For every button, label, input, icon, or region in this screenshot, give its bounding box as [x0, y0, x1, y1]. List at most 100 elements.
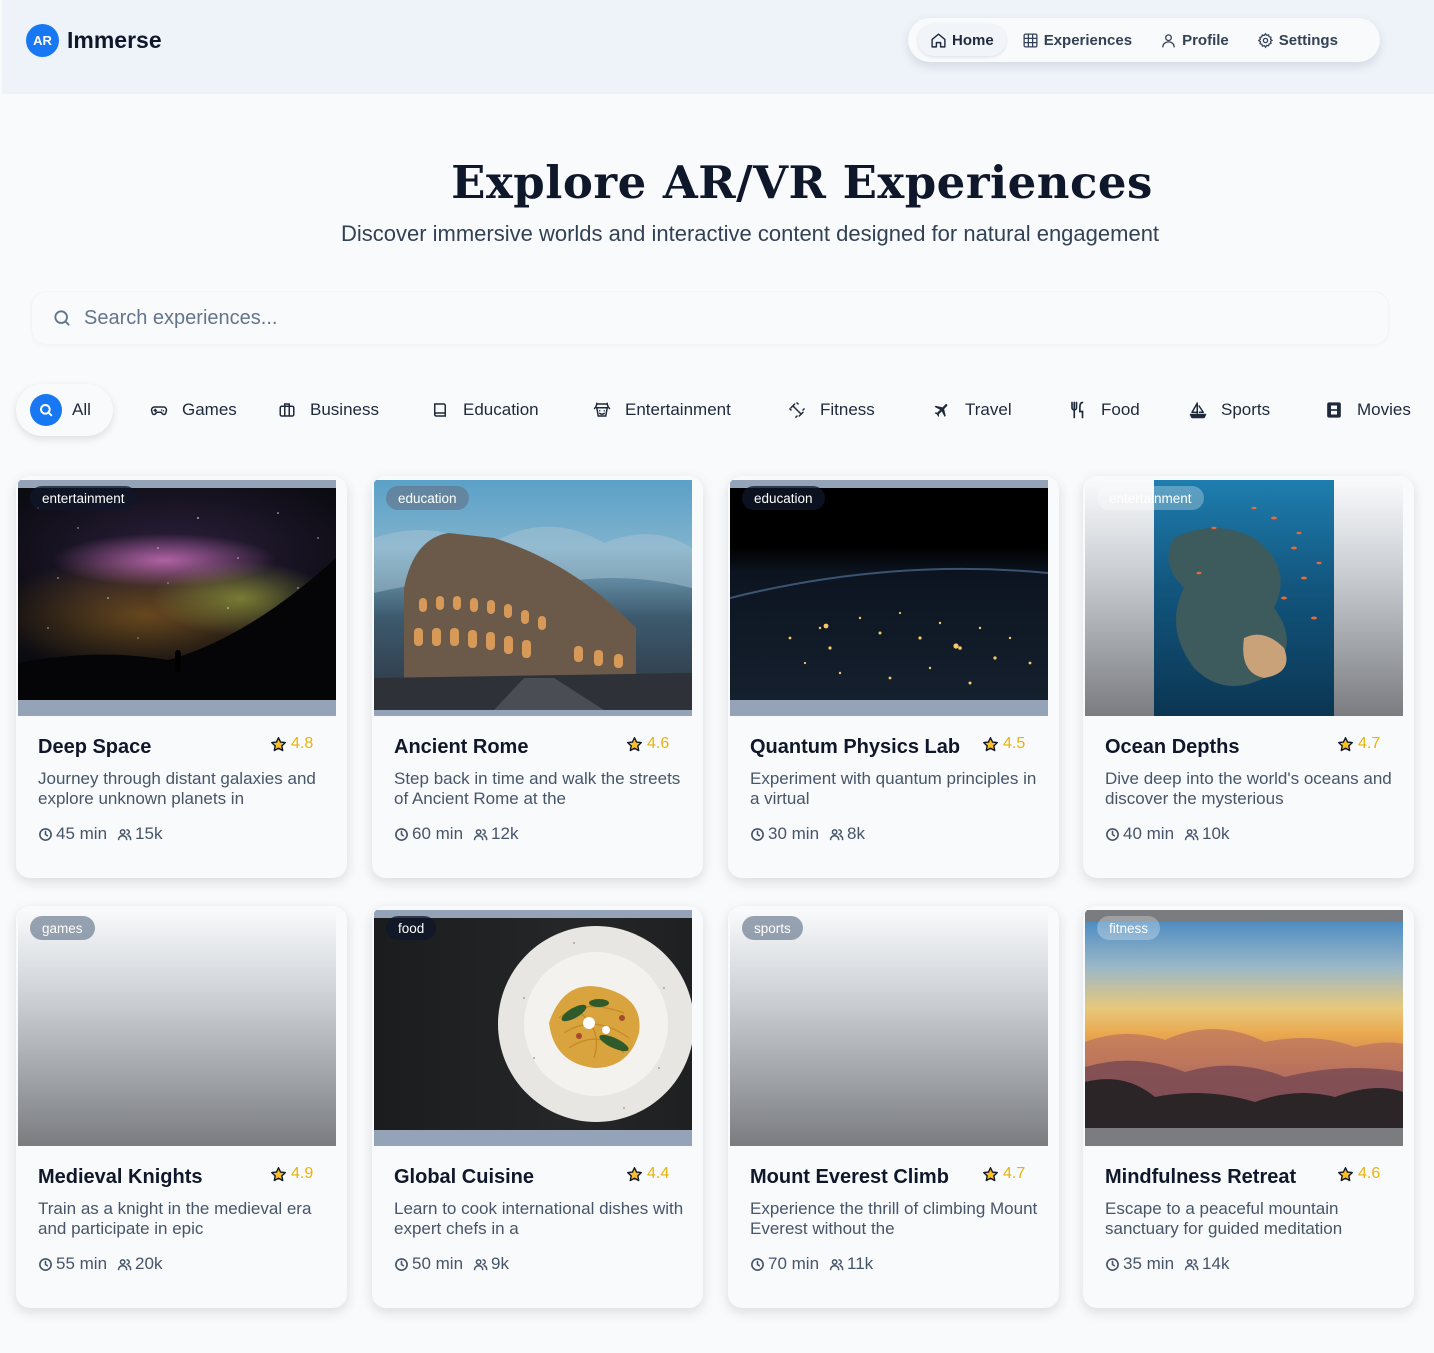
clock-icon	[39, 827, 52, 841]
category-travel[interactable]: Travel	[933, 384, 1012, 436]
card-rating: 4.4	[626, 1165, 669, 1183]
card-meta: 50 min 9k	[394, 1254, 509, 1274]
card-meta: 55 min 20k	[38, 1254, 162, 1274]
search-icon	[30, 394, 62, 426]
experience-card[interactable]: entertainment Deep Space 4.8 Journey thr…	[16, 476, 347, 878]
category-food[interactable]: Food	[1069, 384, 1140, 436]
rating-value: 4.6	[647, 735, 670, 752]
page-title: Explore AR/VR Experiences	[451, 156, 1153, 209]
category-badge: entertainment	[1097, 486, 1204, 510]
users-icon	[117, 1258, 132, 1270]
card-image-container	[374, 480, 692, 716]
clock-icon	[39, 1257, 52, 1271]
clock-icon	[751, 1257, 764, 1271]
duration: 40 min	[1123, 824, 1175, 843]
clock-icon	[395, 827, 408, 841]
nav-experiences[interactable]: Experiences	[1010, 24, 1144, 56]
card-title: Medieval Knights	[38, 1166, 203, 1188]
category-label: Education	[463, 400, 539, 419]
nav-home[interactable]: Home	[918, 24, 1006, 56]
card-image	[1085, 922, 1403, 1128]
card-rating: 4.8	[270, 735, 313, 753]
duration: 35 min	[1123, 1254, 1175, 1273]
user-count: 15k	[135, 824, 163, 843]
nav-settings[interactable]: Settings	[1245, 24, 1350, 56]
sailboat-icon	[1189, 401, 1207, 419]
rating-value: 4.8	[291, 735, 314, 752]
category-badge: education	[742, 486, 825, 510]
card-rating: 4.9	[270, 1165, 313, 1183]
experience-card[interactable]: entertainment Ocean Depths 4.7 Dive deep…	[1083, 476, 1414, 878]
card-image	[730, 488, 1048, 700]
card-title: Mindfulness Retreat	[1105, 1166, 1297, 1188]
experience-card[interactable]: education Ancient Rome 4.6 Step back in …	[372, 476, 703, 878]
book-icon	[431, 401, 449, 419]
card-image-container	[374, 910, 692, 1146]
category-label: All	[72, 400, 91, 419]
search-bar[interactable]	[32, 292, 1388, 344]
duration: 45 min	[56, 824, 108, 843]
brand[interactable]: AR Immerse	[26, 24, 162, 57]
category-entertainment[interactable]: Entertainment	[593, 384, 731, 436]
duration: 50 min	[412, 1254, 464, 1273]
card-rating: 4.7	[982, 1165, 1025, 1183]
category-education[interactable]: Education	[431, 384, 539, 436]
user-count: 12k	[491, 824, 519, 843]
category-filter: All Games Business Education Entertainme…	[16, 384, 1434, 436]
experience-card[interactable]: games Medieval Knights 4.9 Train as a kn…	[16, 906, 347, 1308]
user-count: 11k	[847, 1254, 874, 1273]
experience-card[interactable]: sports Mount Everest Climb 4.7 Experienc…	[728, 906, 1059, 1308]
star-icon	[627, 736, 642, 751]
experience-card[interactable]: education Quantum Physics Lab 4.5 Experi…	[728, 476, 1059, 878]
duration: 30 min	[768, 824, 820, 843]
theater-icon	[593, 401, 611, 419]
top-header: AR Immerse Home Experiences Profile Sett…	[2, 0, 1434, 94]
category-movies[interactable]: Movies	[1325, 384, 1411, 436]
card-meta: 30 min 8k	[750, 824, 865, 844]
clock-icon	[1106, 1257, 1119, 1271]
user-count: 9k	[491, 1254, 509, 1273]
category-label: Entertainment	[625, 400, 731, 419]
category-games[interactable]: Games	[150, 384, 237, 436]
card-image-placeholder	[730, 910, 1048, 1146]
card-description: Experiment with quantum principles in a …	[750, 769, 1037, 808]
experience-card[interactable]: food Global Cuisine 4.4 Learn to cook in…	[372, 906, 703, 1308]
duration: 60 min	[412, 824, 464, 843]
film-icon	[1325, 401, 1343, 419]
card-image	[18, 488, 336, 700]
card-image-placeholder	[18, 910, 336, 1146]
category-business[interactable]: Business	[278, 384, 379, 436]
card-description: Step back in time and walk the streets o…	[394, 769, 681, 808]
category-label: Food	[1101, 400, 1140, 419]
card-title: Ancient Rome	[394, 736, 529, 758]
user-count: 14k	[1202, 1254, 1230, 1273]
clock-icon	[1106, 827, 1119, 841]
user-count: 20k	[135, 1254, 163, 1273]
users-icon	[829, 828, 844, 840]
card-description: Dive deep into the world's oceans and di…	[1105, 769, 1392, 808]
card-meta: 40 min 10k	[1105, 824, 1229, 844]
search-input[interactable]	[84, 306, 1284, 330]
experience-card[interactable]: fitness Mindfulness Retreat 4.6 Escape t…	[1083, 906, 1414, 1308]
star-icon	[627, 1166, 642, 1181]
category-fitness[interactable]: Fitness	[788, 384, 875, 436]
users-icon	[829, 1258, 844, 1270]
category-badge: education	[386, 486, 469, 510]
card-image	[374, 918, 692, 1130]
brand-logo: AR	[26, 24, 59, 57]
duration: 70 min	[768, 1254, 820, 1273]
user-count: 10k	[1202, 824, 1230, 843]
nav-settings-label: Settings	[1278, 31, 1338, 49]
category-sports[interactable]: Sports	[1189, 384, 1270, 436]
rating-value: 4.9	[291, 1165, 314, 1182]
card-rating: 4.7	[1337, 735, 1380, 753]
nav-profile[interactable]: Profile	[1148, 24, 1241, 56]
card-title: Ocean Depths	[1105, 736, 1240, 758]
card-meta: 35 min 14k	[1105, 1254, 1229, 1274]
search-icon	[54, 310, 70, 326]
plane-icon	[933, 401, 951, 419]
star-icon	[271, 736, 286, 751]
card-title: Deep Space	[38, 736, 152, 758]
users-icon	[1184, 828, 1199, 840]
category-all[interactable]: All	[16, 384, 113, 436]
